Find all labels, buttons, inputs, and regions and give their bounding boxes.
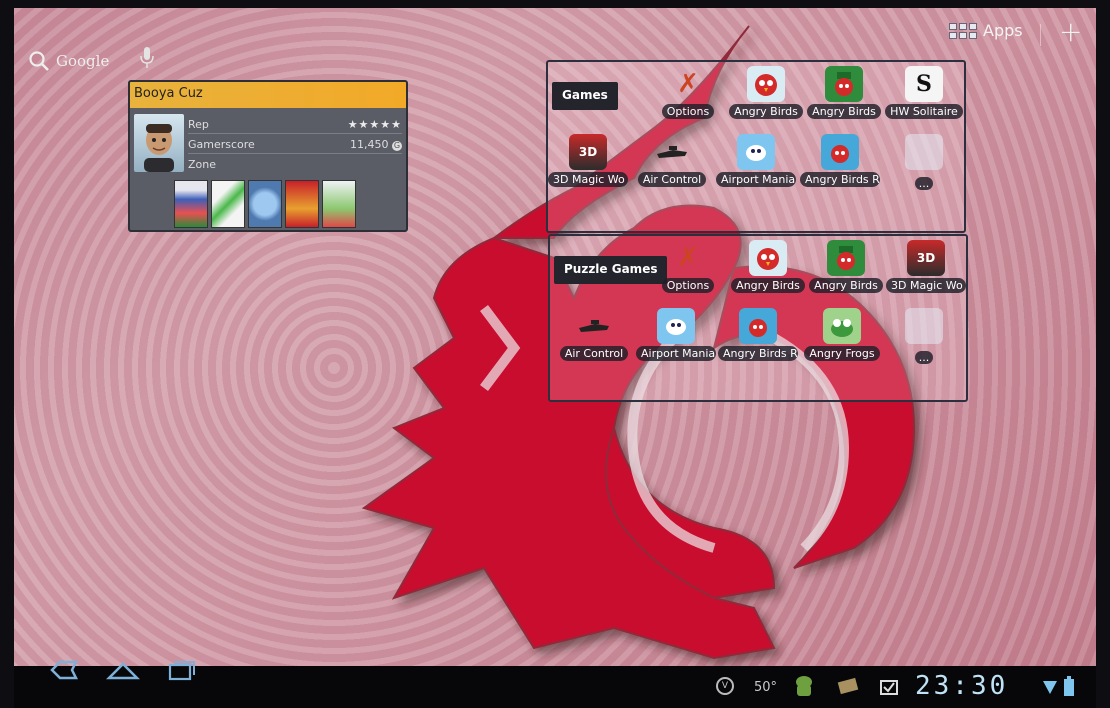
game-thumbnail[interactable] [322, 180, 356, 228]
download-complete-icon[interactable] [880, 678, 898, 700]
3d-magic-words-icon: 3D [569, 134, 607, 170]
app-hw-solitaire[interactable]: S HW Solitaire [884, 66, 964, 123]
clock[interactable]: 23:30 [915, 673, 1008, 699]
3d-magic-words-icon: 3D [907, 240, 945, 276]
airport-mania-icon [737, 134, 775, 170]
app-air-control[interactable]: Air Control [632, 134, 712, 191]
home-button[interactable] [105, 658, 141, 686]
media-notification-icon[interactable]: V [716, 677, 734, 695]
app-air-control[interactable]: Air Control [554, 308, 634, 365]
rep-row: Rep ★★★★★ [188, 118, 402, 134]
microphone-icon[interactable] [140, 46, 154, 74]
angry-birds-rio-icon [821, 134, 859, 170]
recent-apps-button[interactable] [166, 658, 198, 686]
puzzle-games-folder-widget[interactable]: Puzzle Games ✗ Options Angry Birds Angry… [548, 234, 968, 402]
angry-birds-rio-icon [739, 308, 777, 344]
game-thumbnail[interactable] [211, 180, 245, 228]
folder-more-button[interactable]: ... [884, 134, 964, 191]
back-icon [50, 660, 79, 680]
app-angry-frogs[interactable]: Angry Frogs [802, 308, 882, 365]
game-thumbnail[interactable] [248, 180, 282, 228]
games-folder-widget[interactable]: Games ✗ Options Angry Birds Angry Birds … [546, 60, 966, 233]
more-apps-icon [905, 308, 943, 344]
wifi-icon[interactable] [1042, 679, 1058, 699]
air-control-icon [653, 134, 691, 170]
app-airport-mania[interactable]: Airport Mania [716, 134, 796, 191]
gamertag: Booya Cuz [134, 86, 203, 101]
app-options[interactable]: ✗ Options [648, 66, 728, 123]
gamerscore-label: Gamerscore [188, 138, 255, 151]
xbox-live-widget[interactable]: Booya Cuz Rep ★★★★★ Gamerscore 11,450 G … [128, 80, 408, 232]
battery-icon[interactable] [1064, 676, 1074, 700]
topbar-divider [1040, 24, 1041, 46]
app-airport-mania[interactable]: Airport Mania [636, 308, 716, 365]
recent-apps-icon [168, 661, 195, 681]
avatar[interactable] [134, 114, 184, 172]
angry-birds-seasons-icon [827, 240, 865, 276]
home-icon [105, 662, 141, 680]
zone-label: Zone [188, 158, 217, 171]
app-angry-birds-seasons[interactable]: Angry Birds [804, 66, 884, 123]
app-angry-birds-seasons[interactable]: Angry Birds [806, 240, 886, 297]
search-label: Google [56, 52, 110, 70]
game-thumbnail[interactable] [174, 180, 208, 228]
hw-solitaire-icon: S [905, 66, 943, 102]
more-apps-icon [905, 134, 943, 170]
air-control-icon [575, 308, 613, 344]
options-icon: ✗ [677, 69, 699, 99]
google-search-bar[interactable]: Google [28, 50, 109, 72]
back-button[interactable] [48, 658, 80, 686]
angry-birds-seasons-icon [825, 66, 863, 102]
apps-grid-icon [949, 22, 977, 39]
app-options[interactable]: ✗ Options [648, 240, 728, 297]
apps-label: Apps [983, 21, 1023, 40]
angry-birds-icon [747, 66, 785, 102]
app-3d-magic-words[interactable]: 3D 3D Magic Wo [886, 240, 966, 297]
app-update-notification-icon[interactable] [836, 676, 860, 700]
recent-games-strip [174, 180, 356, 228]
zone-row: Zone [188, 158, 402, 173]
angry-frogs-icon [823, 308, 861, 344]
add-widget-button[interactable]: + [1059, 18, 1082, 46]
weather-temperature[interactable]: 50° [754, 680, 777, 695]
gamerscore-row: Gamerscore 11,450 G [188, 138, 402, 154]
angry-birds-icon [749, 240, 787, 276]
game-thumbnail[interactable] [285, 180, 319, 228]
app-angry-birds-rio[interactable]: Angry Birds Ri [800, 134, 880, 191]
folder-more-button[interactable]: ... [884, 308, 964, 365]
folder-title: Games [552, 82, 618, 110]
apps-button[interactable]: Apps [949, 21, 1023, 40]
app-angry-birds[interactable]: Angry Birds [726, 66, 806, 123]
home-screen: Google Apps + Booya Cuz Rep ★★★★★ Gamers… [14, 8, 1096, 666]
search-icon [29, 51, 49, 71]
rep-stars: ★★★★★ [347, 118, 402, 131]
gamerscore-g-icon: G [392, 141, 402, 151]
android-notification-icon[interactable] [794, 674, 814, 702]
options-icon: ✗ [677, 243, 699, 273]
app-angry-birds[interactable]: Angry Birds [728, 240, 808, 297]
airport-mania-icon [657, 308, 695, 344]
gamerscore-value: 11,450 G [350, 138, 402, 151]
rep-label: Rep [188, 118, 209, 131]
app-angry-birds-rio[interactable]: Angry Birds Ri [718, 308, 798, 365]
gamertag-header: Booya Cuz [130, 82, 406, 108]
app-3d-magic-words[interactable]: 3D 3D Magic Wo [548, 134, 628, 191]
